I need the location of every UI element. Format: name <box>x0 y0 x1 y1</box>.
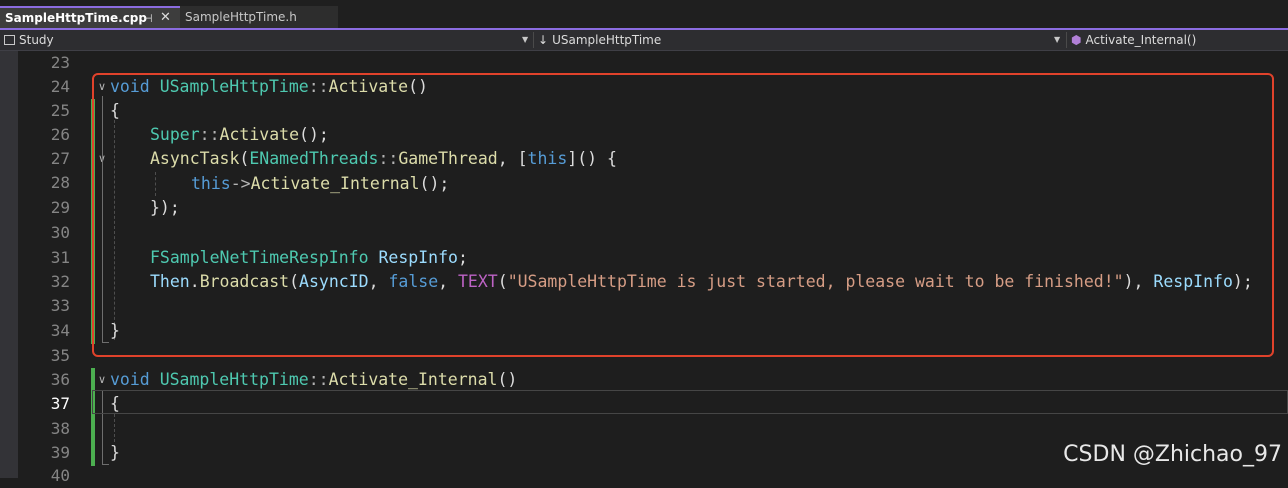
chevron-down-icon: ▼ <box>1054 35 1061 44</box>
editor-margin <box>0 51 18 478</box>
keyword: void <box>110 370 150 389</box>
member-name: Activate_Internal() <box>1085 33 1197 47</box>
line-number: 25 <box>50 101 70 120</box>
function-name: Activate_Internal <box>328 370 498 389</box>
code-line[interactable]: } <box>110 441 120 465</box>
line-number: 27 <box>50 149 70 168</box>
tab-label: SampleHttpTime.cpp <box>5 11 147 25</box>
divider <box>1066 32 1067 48</box>
current-line-highlight <box>92 390 1288 414</box>
watermark: CSDN @Zhichao_97 <box>1063 442 1282 467</box>
project-dropdown[interactable]: Study ▼ <box>4 30 530 50</box>
scope-dropdown[interactable]: ↓ USampleHttpTime ▼ <box>538 30 1062 50</box>
tab-sample-http-time-h[interactable]: SampleHttpTime.h <box>180 6 338 28</box>
separator <box>0 50 1288 51</box>
line-number: 32 <box>50 272 70 291</box>
line-number: 29 <box>50 198 70 217</box>
punct: } <box>110 443 120 462</box>
line-number: 36 <box>50 370 70 389</box>
chevron-down-icon: ▼ <box>522 35 529 44</box>
line-number: 39 <box>50 443 70 462</box>
line-number: 28 <box>50 173 70 192</box>
line-number: 24 <box>50 77 70 96</box>
line-number: 31 <box>50 248 70 267</box>
project-icon <box>4 35 15 45</box>
scope-arrow-icon: ↓ <box>538 33 549 47</box>
change-marker <box>91 368 95 466</box>
line-number: 23 <box>50 53 70 72</box>
divider <box>533 32 534 48</box>
navigation-bar: Study ▼ ↓ USampleHttpTime ▼ ⬢ Activate_Int… <box>0 30 1288 50</box>
line-number-current: 37 <box>50 394 70 413</box>
member-dropdown[interactable]: ⬢ Activate_Internal() <box>1071 30 1288 50</box>
method-cube-icon: ⬢ <box>1071 33 1082 47</box>
close-icon[interactable]: ✕ <box>160 8 171 28</box>
tab-label: SampleHttpTime.h <box>185 10 297 24</box>
class-name: USampleHttpTime <box>159 370 309 389</box>
line-number: 33 <box>50 296 70 315</box>
punct: () <box>497 370 518 389</box>
code-line[interactable]: { <box>110 392 120 416</box>
line-number: 26 <box>50 125 70 144</box>
outline-line <box>102 464 109 465</box>
line-number: 38 <box>50 419 70 438</box>
punct: { <box>110 394 120 413</box>
line-number: 35 <box>50 346 70 365</box>
indent-guide <box>114 414 115 442</box>
collapse-chevron-icon[interactable]: ∨ <box>98 368 106 392</box>
tab-sample-http-time-cpp[interactable]: SampleHttpTime.cpp ⊣ ✕ <box>0 6 180 28</box>
scope-operator: :: <box>308 370 329 389</box>
scope-name: USampleHttpTime <box>552 33 662 47</box>
code-line[interactable]: void USampleHttpTime::Activate_Internal(… <box>110 368 517 392</box>
line-number: 40 <box>50 466 70 485</box>
line-number: 30 <box>50 223 70 242</box>
project-name: Study <box>19 33 54 47</box>
highlight-annotation-box <box>92 73 1274 357</box>
line-number: 34 <box>50 321 70 340</box>
pin-icon[interactable]: ⊣ <box>143 9 153 29</box>
tab-bar: SampleHttpTime.cpp ⊣ ✕ SampleHttpTime.h <box>0 0 1288 28</box>
